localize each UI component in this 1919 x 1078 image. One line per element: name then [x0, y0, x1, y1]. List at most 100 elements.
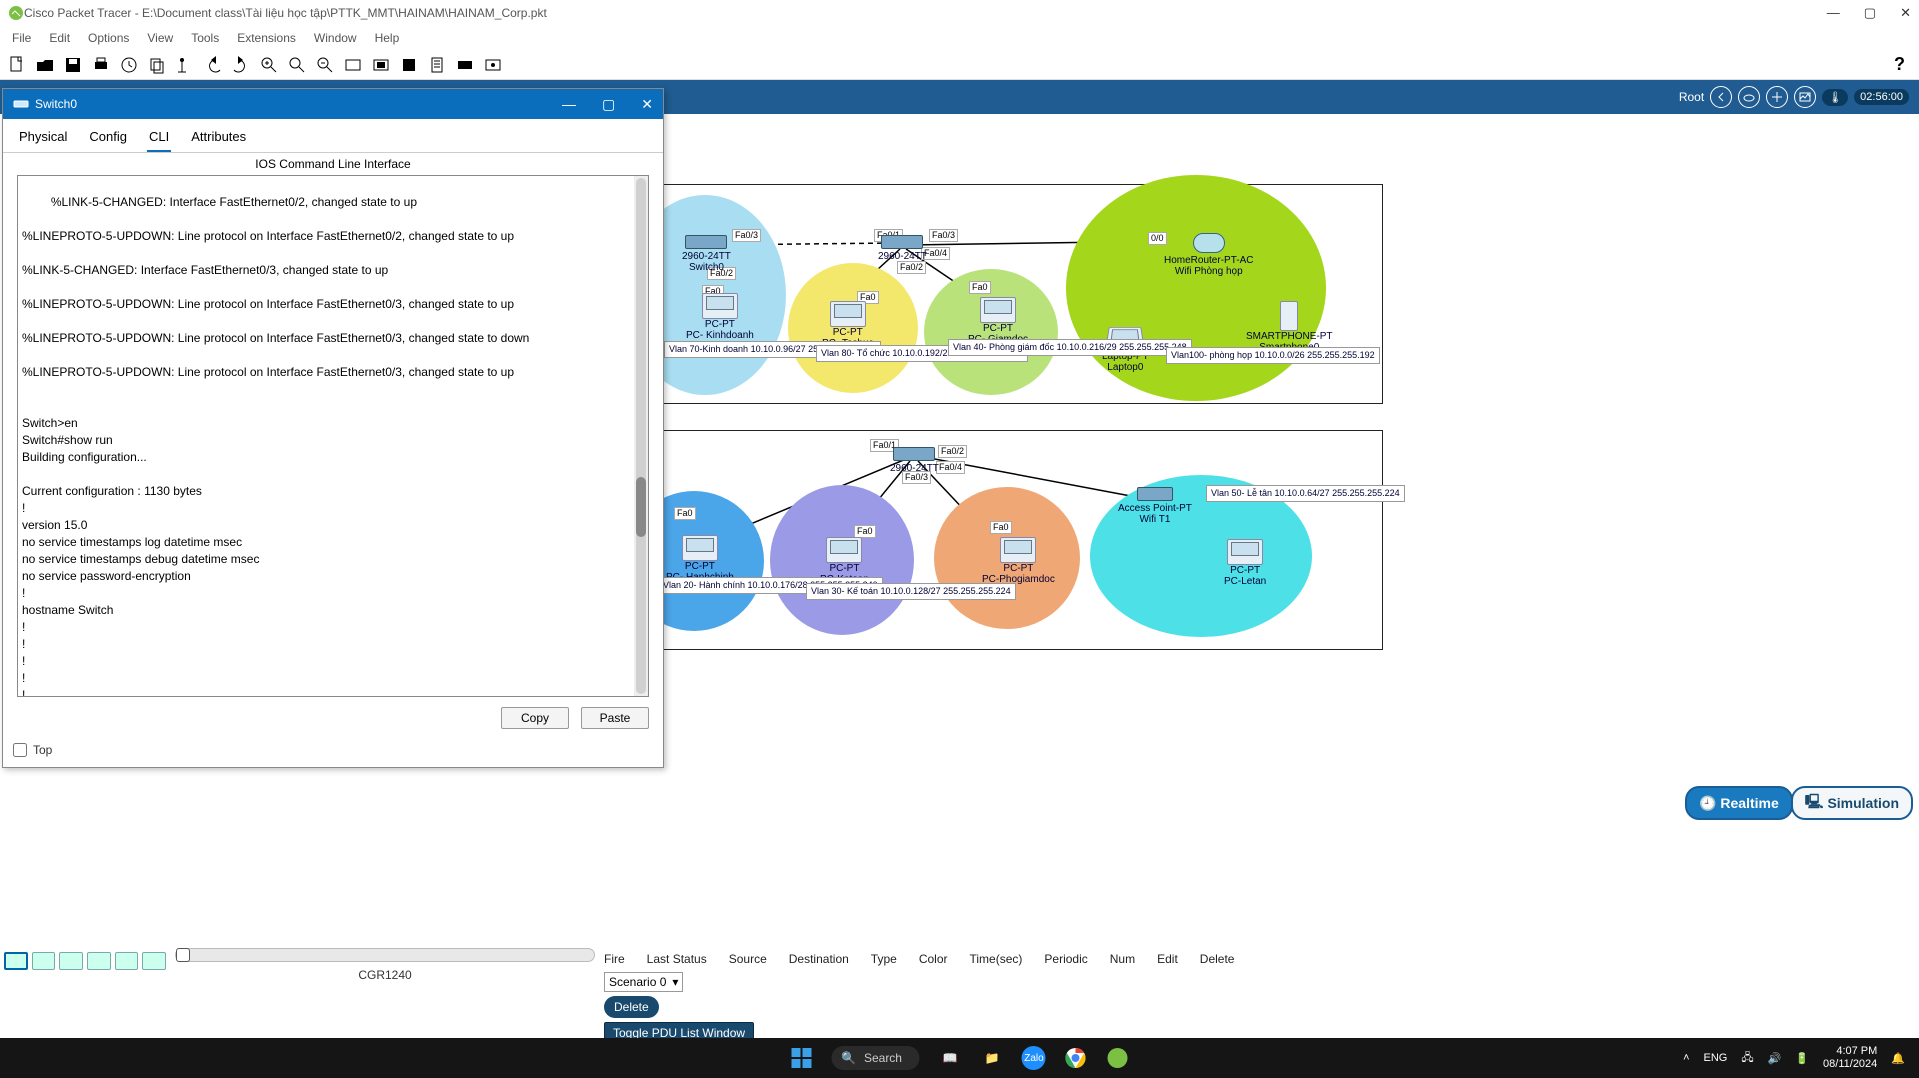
device-switch0[interactable]: 2960-24TT Switch0: [682, 235, 731, 273]
simulation-button[interactable]: 🖳 Simulation: [1791, 786, 1913, 820]
viewport-icon[interactable]: [456, 56, 474, 74]
cli-maximize-button[interactable]: ▢: [602, 96, 615, 113]
tray-language[interactable]: ENG: [1704, 1052, 1728, 1064]
palette-chip-switch[interactable]: [32, 952, 56, 970]
cli-window: Switch0 — ▢ ✕ Physical Config CLI Attrib…: [2, 88, 664, 768]
menu-window[interactable]: Window: [314, 31, 357, 45]
close-button[interactable]: ✕: [1900, 5, 1911, 21]
port-label: Fa0/2: [938, 445, 967, 458]
activity-wizard-icon[interactable]: [120, 56, 138, 74]
palette-chip-router[interactable]: [4, 952, 28, 970]
taskbar-zalo-icon[interactable]: Zalo: [1022, 1046, 1046, 1070]
zoom-out-icon[interactable]: [316, 56, 334, 74]
device-pc-giamdoc[interactable]: PC-PTPC- Giamdoc: [968, 297, 1028, 345]
menu-edit[interactable]: Edit: [49, 31, 70, 45]
cli-output: %LINK-5-CHANGED: Interface FastEthernet0…: [22, 195, 529, 697]
tray-battery-icon[interactable]: 🔋: [1795, 1052, 1809, 1065]
maximize-button[interactable]: ▢: [1864, 5, 1876, 21]
bottombar: CGR1240 Fire Last Status Source Destinat…: [0, 948, 1919, 1038]
menu-options[interactable]: Options: [88, 31, 129, 45]
device-router-wifi[interactable]: HomeRouter-PT-ACWifi Phòng họp: [1164, 233, 1253, 277]
taskbar-search[interactable]: 🔍 Search: [831, 1046, 920, 1070]
menu-file[interactable]: File: [12, 31, 31, 45]
scenario-select[interactable]: Scenario 0▾: [604, 972, 683, 992]
move-icon[interactable]: [1766, 86, 1788, 108]
open-icon[interactable]: [36, 56, 54, 74]
device-pc-phogiamdoc[interactable]: PC-PTPC-Phogiamdoc: [982, 537, 1055, 585]
screenshot-icon[interactable]: [484, 56, 502, 74]
vlan-card-phonghop: Vlan100- phòng họp 10.10.0.0/26 255.255.…: [1166, 347, 1380, 364]
custom-devices-icon[interactable]: [400, 56, 418, 74]
back-nav-icon[interactable]: [1710, 86, 1732, 108]
taskbar-packettracer-icon[interactable]: [1106, 1046, 1130, 1070]
image-icon[interactable]: [1794, 86, 1816, 108]
device-pc-hanhchinh[interactable]: PC-PTPC- Hanhchinh: [666, 535, 734, 583]
realtime-button[interactable]: 🕘 Realtime: [1685, 786, 1793, 820]
menu-tools[interactable]: Tools: [191, 31, 219, 45]
tray-notifications-icon[interactable]: 🔔: [1891, 1052, 1905, 1065]
device-switch2[interactable]: 2960-24TT: [890, 447, 939, 474]
menu-extensions[interactable]: Extensions: [237, 31, 296, 45]
undo-icon[interactable]: [204, 56, 222, 74]
menu-help[interactable]: Help: [375, 31, 400, 45]
paste-icon[interactable]: [176, 56, 194, 74]
hdr-color: Color: [919, 952, 948, 966]
device-accesspoint[interactable]: Access Point-PTWifi T1: [1118, 487, 1192, 525]
paste-button[interactable]: Paste: [581, 707, 649, 729]
zoom-in-icon[interactable]: [260, 56, 278, 74]
tab-attributes[interactable]: Attributes: [189, 125, 248, 152]
top-label: Top: [33, 743, 52, 757]
cloud-icon[interactable]: [1738, 86, 1760, 108]
cli-close-button[interactable]: ✕: [641, 96, 653, 113]
tray-network-icon[interactable]: 🖧: [1741, 1049, 1753, 1068]
tray-clock[interactable]: 4:07 PM 08/11/2024: [1823, 1045, 1877, 1071]
save-icon[interactable]: [64, 56, 82, 74]
port-label: Fa0/3: [732, 229, 761, 242]
hdr-num: Num: [1110, 952, 1135, 966]
tab-config[interactable]: Config: [87, 125, 129, 152]
slider-knob[interactable]: [176, 948, 190, 962]
copy-button[interactable]: Copy: [501, 707, 569, 729]
taskbar-app-1[interactable]: 📖: [938, 1046, 962, 1070]
help-icon[interactable]: ?: [1894, 54, 1905, 75]
cli-terminal[interactable]: %LINK-5-CHANGED: Interface FastEthernet0…: [17, 175, 649, 697]
zoom-reset-icon[interactable]: [288, 56, 306, 74]
minimize-button[interactable]: —: [1827, 5, 1840, 21]
start-icon[interactable]: [789, 1046, 813, 1070]
tray-volume-icon[interactable]: 🔊: [1768, 1052, 1782, 1065]
device-pc-letan[interactable]: PC-PTPC-Letan: [1224, 539, 1266, 587]
root-label: Root: [1679, 90, 1704, 104]
taskbar-chrome-icon[interactable]: [1064, 1046, 1088, 1070]
palette-chip-security[interactable]: [115, 952, 139, 970]
notes-icon[interactable]: [428, 56, 446, 74]
print-icon[interactable]: [92, 56, 110, 74]
cli-titlebar[interactable]: Switch0 — ▢ ✕: [3, 89, 663, 119]
tray-chevron-icon[interactable]: ˄: [1683, 1052, 1689, 1064]
hdr-edit: Edit: [1157, 952, 1178, 966]
scrollbar-thumb[interactable]: [636, 477, 646, 537]
device-slider[interactable]: [175, 948, 595, 962]
cli-minimize-button[interactable]: —: [562, 96, 576, 113]
top-checkbox[interactable]: [13, 743, 27, 757]
tab-physical[interactable]: Physical: [17, 125, 69, 152]
delete-scenario-button[interactable]: Delete: [604, 996, 659, 1018]
copy-icon[interactable]: [148, 56, 166, 74]
tab-cli[interactable]: CLI: [147, 125, 171, 152]
redo-icon[interactable]: [232, 56, 250, 74]
hdr-time: Time(sec): [970, 952, 1023, 966]
new-icon[interactable]: [8, 56, 26, 74]
taskbar-explorer-icon[interactable]: 📁: [980, 1046, 1004, 1070]
drawing-ellipse-icon[interactable]: [372, 56, 390, 74]
palette-chip-wireless[interactable]: [87, 952, 111, 970]
cli-scrollbar[interactable]: [634, 176, 648, 696]
palette-chip-wan[interactable]: [142, 952, 166, 970]
device-switch1[interactable]: 2960-24TT: [878, 235, 927, 262]
palette-chip-hub[interactable]: [59, 952, 83, 970]
drawing-palette-icon[interactable]: [344, 56, 362, 74]
env-icon[interactable]: 🌡: [1822, 89, 1848, 106]
search-placeholder: Search: [864, 1051, 902, 1065]
device-smartphone0[interactable]: SMARTPHONE-PTSmartphone0: [1246, 301, 1333, 353]
device-pc-kinhdoanh[interactable]: PC-PTPC- Kinhdoanh: [686, 293, 754, 341]
cli-window-title: Switch0: [35, 97, 77, 111]
menu-view[interactable]: View: [147, 31, 173, 45]
